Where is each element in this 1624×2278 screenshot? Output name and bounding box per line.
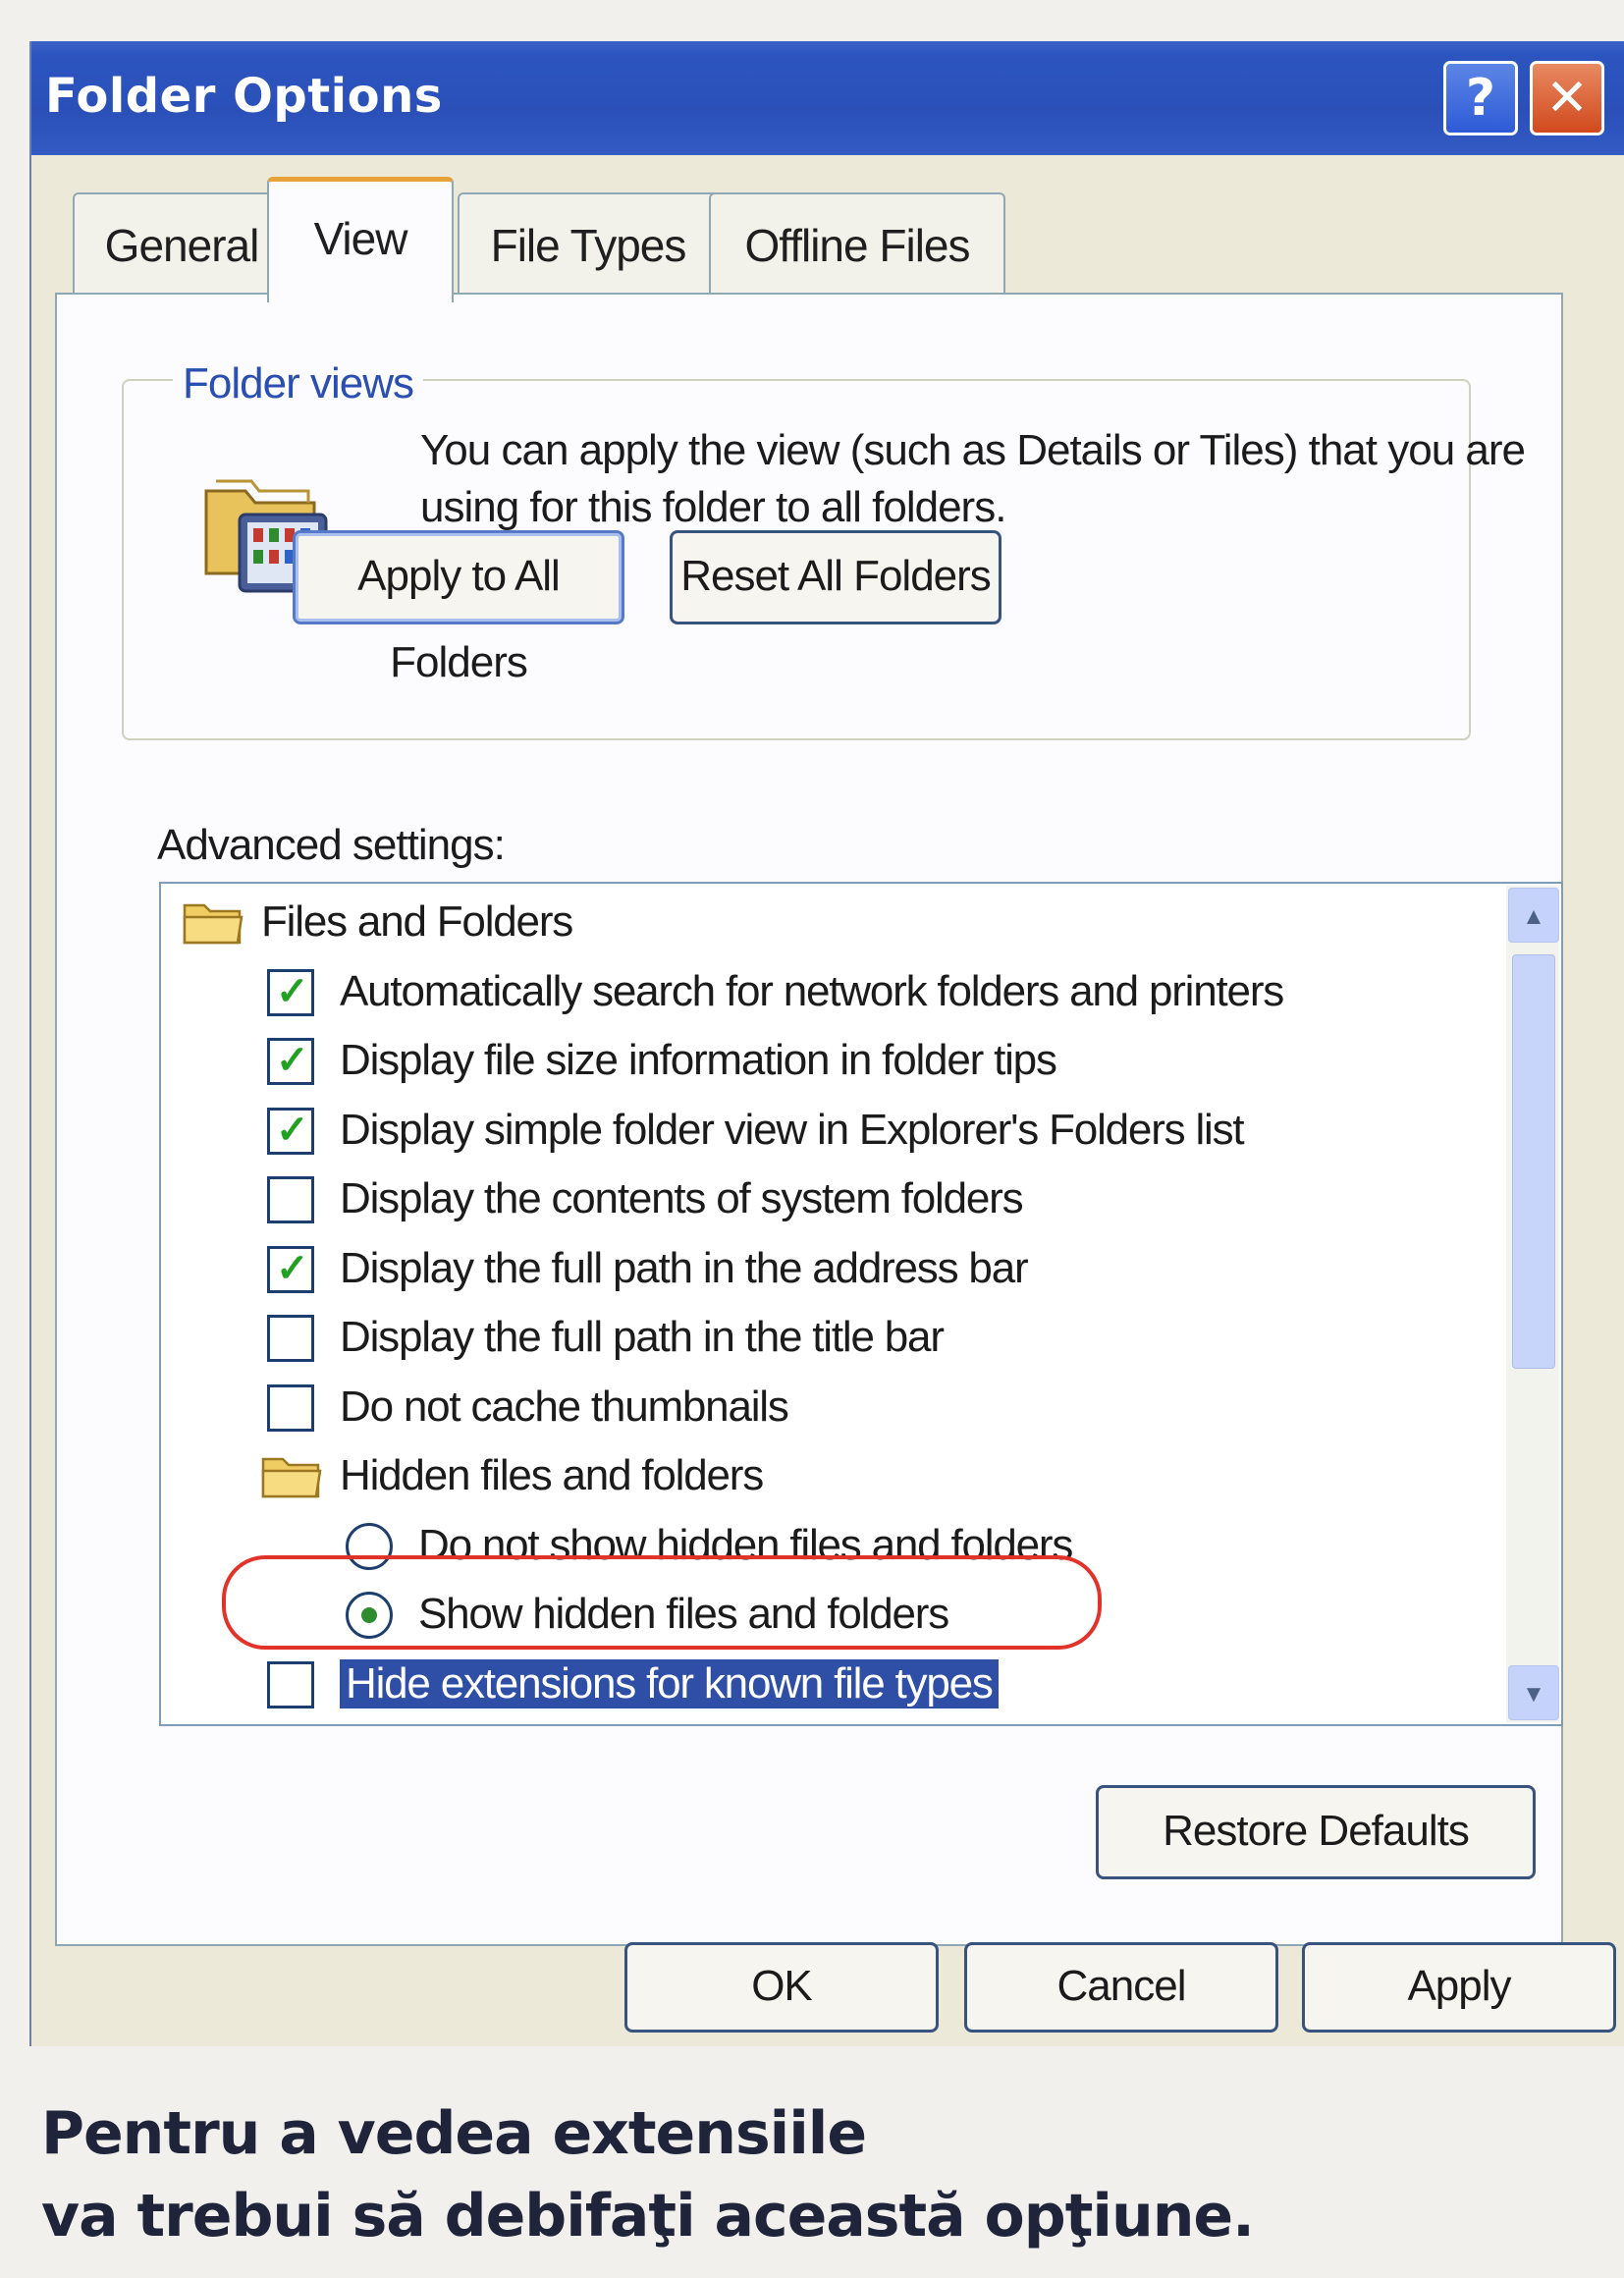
- tab-general[interactable]: General: [73, 192, 291, 295]
- option-label: Display simple folder view in Explorer's…: [340, 1105, 1245, 1154]
- checkbox-unchecked[interactable]: [267, 1383, 314, 1432]
- checkbox-option[interactable]: ✓ Display file size information in folder…: [161, 1030, 1496, 1093]
- checkbox-checked[interactable]: ✓: [267, 1038, 314, 1085]
- checkbox-option[interactable]: ✓ Automatically search for network folder…: [161, 961, 1496, 1024]
- check-mark-icon: ✓: [276, 1108, 309, 1152]
- apply-button[interactable]: Apply: [1302, 1942, 1616, 2033]
- apply-to-all-folders-button[interactable]: Apply to All Folders: [293, 530, 624, 686]
- reset-all-folders-button[interactable]: Reset All Folders: [670, 530, 1001, 624]
- check-mark-icon: ✓: [276, 1039, 309, 1082]
- chevron-down-icon: ▼: [1522, 1681, 1545, 1708]
- checkbox-option[interactable]: Display the full path in the title bar: [161, 1307, 1496, 1370]
- option-label: Automatically search for network folders…: [340, 966, 1284, 1015]
- ok-button[interactable]: OK: [624, 1942, 939, 2033]
- advanced-settings-label: Advanced settings:: [157, 821, 506, 869]
- tab-view[interactable]: View: [267, 177, 454, 302]
- checkbox-unchecked[interactable]: [267, 1315, 314, 1362]
- checkbox-option[interactable]: Display the contents of system folders: [161, 1168, 1496, 1231]
- scrollbar-thumb[interactable]: [1512, 954, 1555, 1369]
- folder-views-legend: Folder views: [173, 359, 423, 408]
- checkbox-unchecked[interactable]: [267, 1176, 314, 1223]
- checkbox-checked[interactable]: ✓: [267, 968, 314, 1016]
- checkbox-option[interactable]: Hide extensions for known file types: [161, 1654, 1496, 1716]
- option-label: Display the contents of system folders: [340, 1174, 1024, 1222]
- highlight-annotation-ring: [222, 1555, 1102, 1650]
- window-title: Folder Options: [45, 69, 443, 124]
- checkbox-checked[interactable]: ✓: [267, 1107, 314, 1155]
- tab-offline-files[interactable]: Offline Files: [709, 192, 1005, 295]
- caption-line-2: va trebui să debifaţi această opţiune.: [41, 2182, 1255, 2251]
- help-icon: ?: [1465, 69, 1496, 128]
- option-label: Do not cache thumbnails: [340, 1382, 789, 1431]
- vertical-scrollbar[interactable]: ▲ ▼: [1506, 886, 1559, 1722]
- check-mark-icon: ✓: [276, 969, 309, 1013]
- option-label: Hide extensions for known file types: [340, 1658, 999, 1708]
- tab-file-types[interactable]: File Types: [458, 192, 719, 295]
- folder-options-dialog: Folder Options ? ✕ General View File Typ…: [29, 41, 1624, 2046]
- cancel-button[interactable]: Cancel: [964, 1942, 1278, 2033]
- checkbox-unchecked[interactable]: [267, 1660, 314, 1708]
- close-icon: ✕: [1545, 69, 1589, 128]
- chevron-up-icon: ▲: [1522, 903, 1545, 930]
- folder-icon: [183, 903, 244, 945]
- restore-defaults-button[interactable]: Restore Defaults: [1096, 1785, 1536, 1879]
- option-label: Display file size information in folder …: [340, 1036, 1057, 1084]
- title-bar[interactable]: Folder Options ? ✕: [31, 41, 1624, 155]
- option-label: Files and Folders: [261, 897, 573, 946]
- list-group-header[interactable]: Hidden files and folders: [161, 1445, 1496, 1508]
- checkbox-option[interactable]: Do not cache thumbnails: [161, 1377, 1496, 1439]
- checkbox-checked[interactable]: ✓: [267, 1245, 314, 1293]
- option-label: Hidden files and folders: [340, 1451, 764, 1499]
- option-label: Display the full path in the address bar: [340, 1243, 1029, 1292]
- scroll-up-button[interactable]: ▲: [1508, 888, 1559, 943]
- list-group-header[interactable]: Files and Folders: [161, 892, 1496, 954]
- folder-views-description: You can apply the view (such as Details …: [420, 426, 1526, 531]
- folder-icon: [261, 1457, 322, 1498]
- option-label: Display the full path in the title bar: [340, 1313, 945, 1361]
- check-mark-icon: ✓: [276, 1246, 309, 1290]
- checkbox-option[interactable]: ✓ Display the full path in the address ba…: [161, 1238, 1496, 1301]
- caption-line-1: Pentru a vedea extensiile: [41, 2099, 867, 2168]
- help-button[interactable]: ?: [1443, 61, 1518, 136]
- checkbox-option[interactable]: ✓ Display simple folder view in Explorer'…: [161, 1100, 1496, 1163]
- scroll-down-button[interactable]: ▼: [1508, 1665, 1559, 1720]
- close-button[interactable]: ✕: [1530, 61, 1604, 136]
